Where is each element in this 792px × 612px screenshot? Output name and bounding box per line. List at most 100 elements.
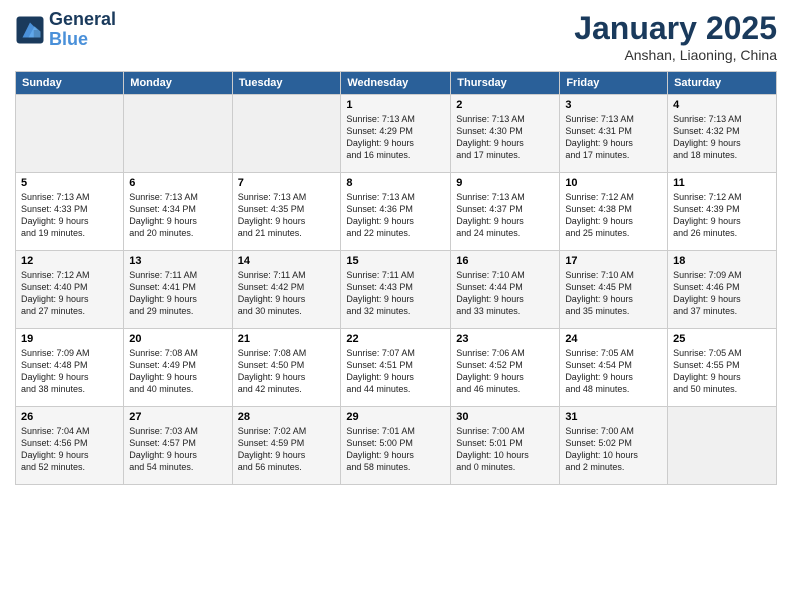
- day-info: Sunrise: 7:12 AM Sunset: 4:39 PM Dayligh…: [673, 191, 771, 240]
- day-cell: 16 Sunrise: 7:10 AM Sunset: 4:44 PM Dayli…: [451, 251, 560, 329]
- logo-text: General Blue: [49, 10, 116, 50]
- day-cell: 8 Sunrise: 7:13 AM Sunset: 4:36 PM Daylig…: [341, 173, 451, 251]
- day-number: 23: [456, 333, 554, 345]
- day-cell: [668, 407, 777, 485]
- day-info: Sunrise: 7:00 AM Sunset: 5:01 PM Dayligh…: [456, 425, 554, 474]
- day-cell: 22 Sunrise: 7:07 AM Sunset: 4:51 PM Dayli…: [341, 329, 451, 407]
- day-info: Sunrise: 7:12 AM Sunset: 4:40 PM Dayligh…: [21, 269, 118, 318]
- header: General Blue January 2025 Anshan, Liaoni…: [15, 10, 777, 63]
- day-info: Sunrise: 7:11 AM Sunset: 4:42 PM Dayligh…: [238, 269, 336, 318]
- day-number: 2: [456, 99, 554, 111]
- day-number: 30: [456, 411, 554, 423]
- day-number: 1: [346, 99, 445, 111]
- day-info: Sunrise: 7:12 AM Sunset: 4:38 PM Dayligh…: [565, 191, 662, 240]
- day-number: 14: [238, 255, 336, 267]
- day-number: 24: [565, 333, 662, 345]
- day-number: 11: [673, 177, 771, 189]
- day-info: Sunrise: 7:10 AM Sunset: 4:45 PM Dayligh…: [565, 269, 662, 318]
- day-cell: 20Sunrise: 7:08 AM Sunset: 4:49 PM Dayli…: [124, 329, 232, 407]
- weekday-header-sunday: Sunday: [16, 72, 124, 95]
- day-info: Sunrise: 7:06 AM Sunset: 4:52 PM Dayligh…: [456, 347, 554, 396]
- day-cell: 18 Sunrise: 7:09 AM Sunset: 4:46 PM Dayli…: [668, 251, 777, 329]
- day-info: Sunrise: 7:08 AM Sunset: 4:49 PM Dayligh…: [129, 347, 226, 396]
- day-number: 26: [21, 411, 118, 423]
- day-number: 28: [238, 411, 336, 423]
- calendar-table: SundayMondayTuesdayWednesdayThursdayFrid…: [15, 71, 777, 485]
- day-number: 6: [129, 177, 226, 189]
- day-cell: 6 Sunrise: 7:13 AM Sunset: 4:34 PM Daylig…: [124, 173, 232, 251]
- day-cell: 19 Sunrise: 7:09 AM Sunset: 4:48 PM Dayli…: [16, 329, 124, 407]
- week-row-2: 5Sunrise: 7:13 AM Sunset: 4:33 PM Daylig…: [16, 173, 777, 251]
- day-cell: 2 Sunrise: 7:13 AM Sunset: 4:30 PM Daylig…: [451, 95, 560, 173]
- week-row-3: 12Sunrise: 7:12 AM Sunset: 4:40 PM Dayli…: [16, 251, 777, 329]
- day-number: 8: [346, 177, 445, 189]
- day-info: Sunrise: 7:11 AM Sunset: 4:43 PM Dayligh…: [346, 269, 445, 318]
- day-number: 10: [565, 177, 662, 189]
- day-number: 9: [456, 177, 554, 189]
- day-info: Sunrise: 7:13 AM Sunset: 4:30 PM Dayligh…: [456, 113, 554, 162]
- day-cell: 11 Sunrise: 7:12 AM Sunset: 4:39 PM Dayli…: [668, 173, 777, 251]
- day-cell: 24Sunrise: 7:05 AM Sunset: 4:54 PM Dayli…: [560, 329, 668, 407]
- day-info: Sunrise: 7:13 AM Sunset: 4:37 PM Dayligh…: [456, 191, 554, 240]
- day-cell: 14 Sunrise: 7:11 AM Sunset: 4:42 PM Dayli…: [232, 251, 341, 329]
- weekday-header-row: SundayMondayTuesdayWednesdayThursdayFrid…: [16, 72, 777, 95]
- day-info: Sunrise: 7:03 AM Sunset: 4:57 PM Dayligh…: [129, 425, 226, 474]
- day-number: 19: [21, 333, 118, 345]
- day-cell: [16, 95, 124, 173]
- day-cell: 15Sunrise: 7:11 AM Sunset: 4:43 PM Dayli…: [341, 251, 451, 329]
- day-info: Sunrise: 7:09 AM Sunset: 4:46 PM Dayligh…: [673, 269, 771, 318]
- day-cell: [232, 95, 341, 173]
- weekday-header-friday: Friday: [560, 72, 668, 95]
- logo-icon: [15, 15, 45, 45]
- day-cell: 25Sunrise: 7:05 AM Sunset: 4:55 PM Dayli…: [668, 329, 777, 407]
- weekday-header-saturday: Saturday: [668, 72, 777, 95]
- day-cell: 4Sunrise: 7:13 AM Sunset: 4:32 PM Daylig…: [668, 95, 777, 173]
- day-info: Sunrise: 7:13 AM Sunset: 4:35 PM Dayligh…: [238, 191, 336, 240]
- day-cell: 10 Sunrise: 7:12 AM Sunset: 4:38 PM Dayli…: [560, 173, 668, 251]
- day-cell: 9 Sunrise: 7:13 AM Sunset: 4:37 PM Daylig…: [451, 173, 560, 251]
- weekday-header-thursday: Thursday: [451, 72, 560, 95]
- day-cell: 31 Sunrise: 7:00 AM Sunset: 5:02 PM Dayli…: [560, 407, 668, 485]
- day-info: Sunrise: 7:02 AM Sunset: 4:59 PM Dayligh…: [238, 425, 336, 474]
- day-number: 31: [565, 411, 662, 423]
- week-row-1: 1Sunrise: 7:13 AM Sunset: 4:29 PM Daylig…: [16, 95, 777, 173]
- weekday-header-wednesday: Wednesday: [341, 72, 451, 95]
- day-number: 29: [346, 411, 445, 423]
- day-info: Sunrise: 7:05 AM Sunset: 4:55 PM Dayligh…: [673, 347, 771, 396]
- day-cell: [124, 95, 232, 173]
- day-info: Sunrise: 7:09 AM Sunset: 4:48 PM Dayligh…: [21, 347, 118, 396]
- day-info: Sunrise: 7:11 AM Sunset: 4:41 PM Dayligh…: [129, 269, 226, 318]
- day-number: 21: [238, 333, 336, 345]
- weekday-header-tuesday: Tuesday: [232, 72, 341, 95]
- logo: General Blue: [15, 10, 116, 50]
- week-row-5: 26 Sunrise: 7:04 AM Sunset: 4:56 PM Dayli…: [16, 407, 777, 485]
- day-info: Sunrise: 7:00 AM Sunset: 5:02 PM Dayligh…: [565, 425, 662, 474]
- day-cell: 1Sunrise: 7:13 AM Sunset: 4:29 PM Daylig…: [341, 95, 451, 173]
- day-number: 4: [673, 99, 771, 111]
- day-number: 16: [456, 255, 554, 267]
- day-info: Sunrise: 7:13 AM Sunset: 4:33 PM Dayligh…: [21, 191, 118, 240]
- day-cell: 13 Sunrise: 7:11 AM Sunset: 4:41 PM Dayli…: [124, 251, 232, 329]
- day-info: Sunrise: 7:13 AM Sunset: 4:36 PM Dayligh…: [346, 191, 445, 240]
- day-info: Sunrise: 7:07 AM Sunset: 4:51 PM Dayligh…: [346, 347, 445, 396]
- day-number: 27: [129, 411, 226, 423]
- day-number: 18: [673, 255, 771, 267]
- day-info: Sunrise: 7:04 AM Sunset: 4:56 PM Dayligh…: [21, 425, 118, 474]
- day-cell: 29 Sunrise: 7:01 AM Sunset: 5:00 PM Dayli…: [341, 407, 451, 485]
- weekday-header-monday: Monday: [124, 72, 232, 95]
- week-row-4: 19 Sunrise: 7:09 AM Sunset: 4:48 PM Dayli…: [16, 329, 777, 407]
- day-cell: 17Sunrise: 7:10 AM Sunset: 4:45 PM Dayli…: [560, 251, 668, 329]
- title-block: January 2025 Anshan, Liaoning, China: [574, 10, 777, 63]
- day-cell: 5Sunrise: 7:13 AM Sunset: 4:33 PM Daylig…: [16, 173, 124, 251]
- day-info: Sunrise: 7:13 AM Sunset: 4:34 PM Dayligh…: [129, 191, 226, 240]
- day-cell: 27 Sunrise: 7:03 AM Sunset: 4:57 PM Dayli…: [124, 407, 232, 485]
- day-cell: 21Sunrise: 7:08 AM Sunset: 4:50 PM Dayli…: [232, 329, 341, 407]
- day-cell: 28 Sunrise: 7:02 AM Sunset: 4:59 PM Dayli…: [232, 407, 341, 485]
- day-info: Sunrise: 7:01 AM Sunset: 5:00 PM Dayligh…: [346, 425, 445, 474]
- day-info: Sunrise: 7:10 AM Sunset: 4:44 PM Dayligh…: [456, 269, 554, 318]
- day-number: 13: [129, 255, 226, 267]
- logo-line2: Blue: [49, 30, 116, 50]
- day-cell: 23 Sunrise: 7:06 AM Sunset: 4:52 PM Dayli…: [451, 329, 560, 407]
- location-subtitle: Anshan, Liaoning, China: [574, 47, 777, 63]
- day-number: 22: [346, 333, 445, 345]
